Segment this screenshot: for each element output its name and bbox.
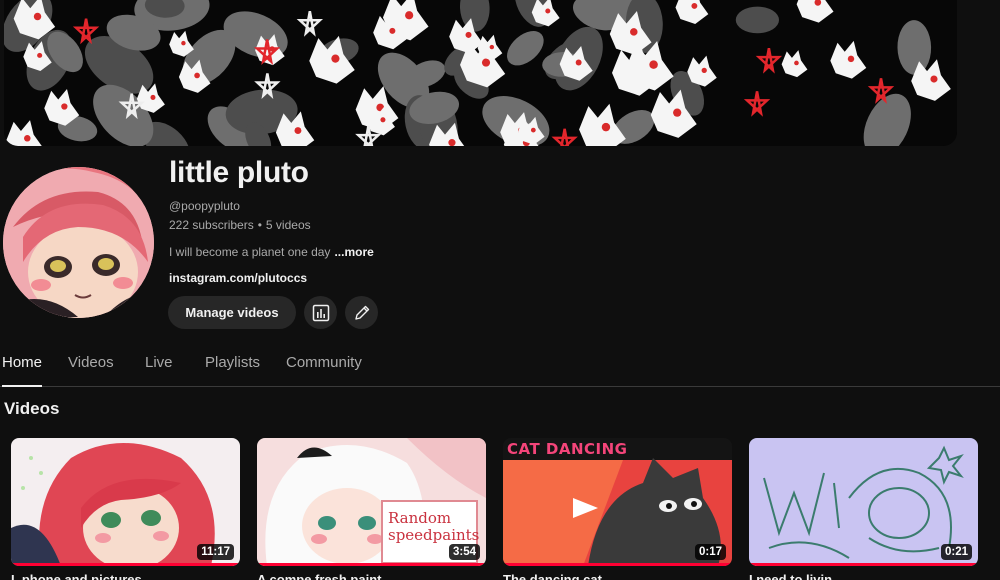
channel-banner bbox=[4, 0, 957, 146]
tab-playlists[interactable]: Playlists bbox=[205, 346, 260, 386]
analytics-button[interactable] bbox=[304, 296, 337, 329]
video-card[interactable]: CAT DANCING 0:17 The dancing cat bbox=[503, 438, 732, 580]
video-card[interactable]: Random speedpaints 3:54 A compe fresh pa… bbox=[257, 438, 486, 580]
tab-community[interactable]: Community bbox=[286, 346, 362, 386]
thumbnail-caption: CAT DANCING bbox=[507, 440, 628, 458]
thumbnail-caption: Random speedpaints bbox=[388, 509, 480, 544]
section-title: Videos bbox=[4, 399, 60, 418]
subscriber-count: 222 subscribers bbox=[169, 218, 254, 232]
video-thumbnail[interactable]: Random speedpaints 3:54 bbox=[257, 438, 486, 566]
more-link[interactable]: ...more bbox=[334, 245, 373, 259]
channel-handle: @poopypluto bbox=[169, 199, 240, 213]
video-title[interactable]: The dancing cat bbox=[503, 572, 732, 580]
video-thumbnail[interactable]: CAT DANCING 0:17 bbox=[503, 438, 732, 566]
pencil-icon bbox=[354, 305, 369, 320]
tab-videos[interactable]: Videos bbox=[68, 346, 114, 386]
analytics-icon bbox=[312, 304, 329, 321]
channel-tabs: Home Videos Live Playlists Community bbox=[0, 346, 1000, 387]
channel-description[interactable]: I will become a planet one day ...more bbox=[169, 245, 374, 259]
video-card[interactable]: 0:21 I need to livin bbox=[749, 438, 978, 580]
separator-dot: • bbox=[257, 218, 262, 232]
video-duration: 0:17 bbox=[694, 544, 726, 560]
watch-progress-bar bbox=[503, 563, 732, 566]
watch-progress-bar bbox=[749, 563, 978, 566]
video-title[interactable]: A compe fresh paint bbox=[257, 572, 486, 580]
description-text: I will become a planet one day bbox=[169, 245, 331, 259]
watch-progress-bar bbox=[257, 563, 486, 566]
channel-name: little pluto bbox=[169, 156, 309, 189]
watch-progress-bar bbox=[11, 563, 240, 566]
tab-live[interactable]: Live bbox=[145, 346, 173, 386]
manage-videos-button[interactable]: Manage videos bbox=[168, 296, 296, 329]
video-title[interactable]: I, phone and pictures bbox=[11, 572, 240, 580]
channel-link[interactable]: instagram.com/plutoccs bbox=[169, 271, 307, 285]
banner-cat-pattern bbox=[4, 0, 957, 146]
channel-stats: 222 subscribers • 5 videos bbox=[169, 218, 311, 232]
video-count: 5 videos bbox=[265, 218, 311, 232]
edit-button[interactable] bbox=[345, 296, 378, 329]
video-duration: 11:17 bbox=[197, 544, 234, 560]
video-card[interactable]: 11:17 I, phone and pictures bbox=[11, 438, 240, 580]
avatar[interactable] bbox=[3, 167, 154, 318]
video-duration: 0:21 bbox=[940, 544, 972, 560]
video-title[interactable]: I need to livin bbox=[749, 572, 978, 580]
video-duration: 3:54 bbox=[448, 544, 480, 560]
tab-home[interactable]: Home bbox=[2, 346, 43, 387]
video-thumbnail[interactable]: 11:17 bbox=[11, 438, 240, 566]
avatar-illustration bbox=[3, 167, 154, 318]
video-thumbnail[interactable]: 0:21 bbox=[749, 438, 978, 566]
